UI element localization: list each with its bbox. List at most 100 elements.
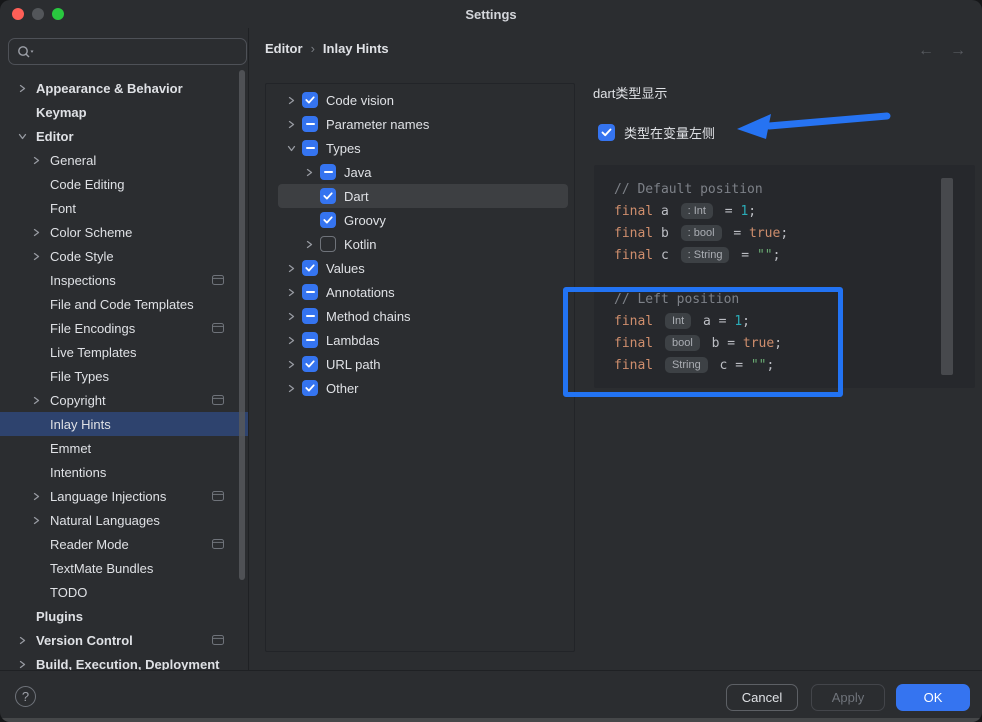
sidebar-item-file-encodings[interactable]: File Encodings — [0, 316, 248, 340]
tree-item-other[interactable]: Other — [278, 376, 568, 400]
chevron-right-icon[interactable] — [284, 120, 298, 129]
chevron-down-icon[interactable] — [284, 144, 298, 153]
chevron-right-icon[interactable] — [14, 84, 30, 93]
tree-item-method-chains[interactable]: Method chains — [278, 304, 568, 328]
checkbox-checked[interactable] — [320, 188, 336, 204]
chevron-right-icon[interactable] — [28, 516, 44, 525]
type-left-option[interactable]: 类型在变量左侧 — [598, 123, 715, 142]
ok-button[interactable]: OK — [896, 684, 970, 711]
type-left-checkbox[interactable] — [598, 124, 615, 141]
sidebar-item-language-injections[interactable]: Language Injections — [0, 484, 248, 508]
code-preview[interactable]: // Default positionfinal a : Int = 1;fin… — [594, 165, 975, 388]
tree-item-annotations[interactable]: Annotations — [278, 280, 568, 304]
tree-item-kotlin[interactable]: Kotlin — [278, 232, 568, 256]
code-token: = — [726, 226, 749, 241]
sidebar-item-todo[interactable]: TODO — [0, 580, 248, 604]
checkbox-mixed[interactable] — [302, 308, 318, 324]
tree-item-code-vision[interactable]: Code vision — [278, 88, 568, 112]
chevron-right-icon[interactable] — [284, 312, 298, 321]
tree-item-url-path[interactable]: URL path — [278, 352, 568, 376]
chevron-right-icon[interactable] — [14, 636, 30, 645]
chevron-right-icon[interactable] — [28, 492, 44, 501]
sidebar-item-code-style[interactable]: Code Style — [0, 244, 248, 268]
sidebar-scrollbar[interactable] — [239, 70, 245, 580]
tree-item-groovy[interactable]: Groovy — [278, 208, 568, 232]
checkbox-checked[interactable] — [302, 380, 318, 396]
tree-item-java[interactable]: Java — [278, 160, 568, 184]
chevron-right-icon[interactable] — [28, 252, 44, 261]
close-button[interactable] — [12, 8, 24, 20]
checkbox-mixed[interactable] — [302, 284, 318, 300]
chevron-right-icon[interactable] — [302, 168, 316, 177]
tree-item-lambdas[interactable]: Lambdas — [278, 328, 568, 352]
sidebar-item-natural-languages[interactable]: Natural Languages — [0, 508, 248, 532]
sidebar-item-version-control[interactable]: Version Control — [0, 628, 248, 652]
sidebar-item-inspections[interactable]: Inspections — [0, 268, 248, 292]
chevron-right-icon[interactable] — [284, 360, 298, 369]
sidebar-item-label: Code Editing — [50, 177, 124, 192]
chevron-right-icon[interactable] — [284, 288, 298, 297]
tree-item-parameter-names[interactable]: Parameter names — [278, 112, 568, 136]
sidebar-item-font[interactable]: Font — [0, 196, 248, 220]
sidebar-item-file-and-code-templates[interactable]: File and Code Templates — [0, 292, 248, 316]
sidebar-item-label: Font — [50, 201, 76, 216]
checkbox-mixed[interactable] — [302, 140, 318, 156]
apply-button[interactable]: Apply — [811, 684, 885, 711]
checkbox-checked[interactable] — [320, 212, 336, 228]
sidebar-item-label: Language Injections — [50, 489, 166, 504]
settings-search-box[interactable] — [8, 38, 247, 65]
sidebar-item-emmet[interactable]: Emmet — [0, 436, 248, 460]
tree-item-types[interactable]: Types — [278, 136, 568, 160]
sidebar-item-textmate-bundles[interactable]: TextMate Bundles — [0, 556, 248, 580]
sidebar-item-copyright[interactable]: Copyright — [0, 388, 248, 412]
sidebar-item-color-scheme[interactable]: Color Scheme — [0, 220, 248, 244]
sidebar-item-general[interactable]: General — [0, 148, 248, 172]
sidebar-item-keymap[interactable]: Keymap — [0, 100, 248, 124]
chevron-down-icon[interactable] — [14, 132, 30, 141]
chevron-right-icon[interactable] — [28, 156, 44, 165]
sidebar-item-editor[interactable]: Editor — [0, 124, 248, 148]
sidebar-item-live-templates[interactable]: Live Templates — [0, 340, 248, 364]
checkbox-mixed[interactable] — [302, 332, 318, 348]
code-token: a = — [695, 314, 734, 329]
sidebar-item-plugins[interactable]: Plugins — [0, 604, 248, 628]
breadcrumb-editor[interactable]: Editor — [265, 41, 303, 56]
tree-item-values[interactable]: Values — [278, 256, 568, 280]
preview-scrollbar[interactable] — [941, 178, 953, 375]
sidebar-item-label: File Types — [50, 369, 109, 384]
checkbox-unchecked[interactable] — [320, 236, 336, 252]
forward-icon[interactable]: → — [950, 42, 966, 60]
chevron-right-icon[interactable] — [28, 396, 44, 405]
cancel-button[interactable]: Cancel — [726, 684, 798, 711]
zoom-button[interactable] — [52, 8, 64, 20]
sidebar-item-build-execution-deployment[interactable]: Build, Execution, Deployment — [0, 652, 248, 670]
sidebar-item-intentions[interactable]: Intentions — [0, 460, 248, 484]
checkbox-checked[interactable] — [302, 356, 318, 372]
checkbox-checked[interactable] — [302, 260, 318, 276]
search-input[interactable] — [35, 43, 209, 60]
inlay-hint-pill: : String — [681, 247, 730, 263]
checkbox-checked[interactable] — [302, 92, 318, 108]
sidebar-item-inlay-hints[interactable]: Inlay Hints — [0, 412, 248, 436]
sidebar-item-file-types[interactable]: File Types — [0, 364, 248, 388]
tree-item-label: Method chains — [326, 309, 411, 324]
sidebar-item-code-editing[interactable]: Code Editing — [0, 172, 248, 196]
checkbox-mixed[interactable] — [320, 164, 336, 180]
chevron-right-icon[interactable] — [14, 660, 30, 669]
checkbox-mixed[interactable] — [302, 116, 318, 132]
chevron-right-icon[interactable] — [28, 228, 44, 237]
sidebar-item-reader-mode[interactable]: Reader Mode — [0, 532, 248, 556]
code-token: "" — [757, 248, 773, 263]
tree-item-dart[interactable]: Dart — [278, 184, 568, 208]
chevron-right-icon[interactable] — [302, 240, 316, 249]
chevron-right-icon[interactable] — [284, 336, 298, 345]
chevron-right-icon[interactable] — [284, 264, 298, 273]
help-button[interactable]: ? — [15, 686, 36, 707]
sidebar-item-appearance-behavior[interactable]: Appearance & Behavior — [0, 76, 248, 100]
chevron-right-icon[interactable] — [284, 96, 298, 105]
chevron-right-icon[interactable] — [284, 384, 298, 393]
minimize-button[interactable] — [32, 8, 44, 20]
back-icon[interactable]: ← — [918, 42, 934, 60]
footer-bar: ? Cancel Apply OK — [0, 670, 982, 722]
code-line: final a : Int = 1; — [614, 200, 975, 222]
